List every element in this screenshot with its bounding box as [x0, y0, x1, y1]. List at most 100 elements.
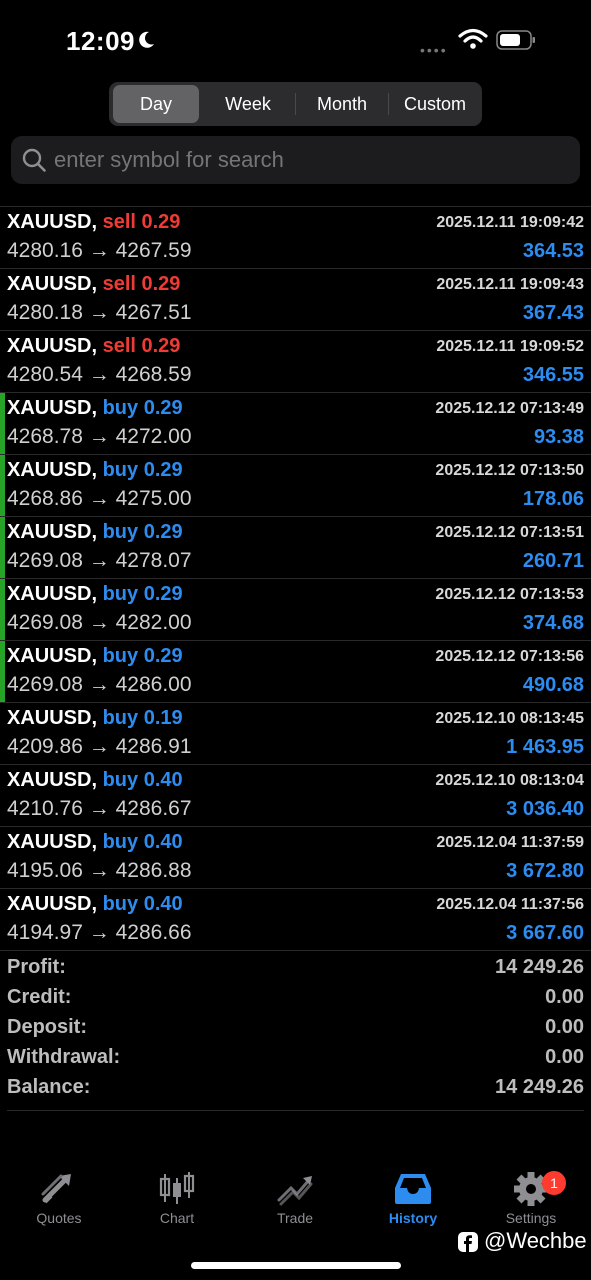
arrow-icon: → — [88, 859, 110, 882]
trade-profit: 178.06 — [522, 488, 584, 510]
arrow-icon: → — [88, 921, 110, 944]
status-time: 12:09 — [66, 26, 135, 56]
trade-row[interactable]: XAUUSD, sell 0.29 4280.16 → 4267.59 2025.1… — [0, 207, 591, 269]
trade-profit: 93.38 — [533, 426, 584, 448]
nav-chart[interactable]: Chart — [118, 1160, 236, 1226]
trade-symbol: XAUUSD, buy 0.29 — [7, 521, 183, 544]
summary-label: Credit: — [7, 986, 72, 1008]
trade-prices: 4269.08 → 4282.00 — [7, 611, 192, 635]
symbol-name: XAUUSD, — [7, 831, 98, 853]
trade-datetime: 2025.12.04 11:37:59 — [436, 834, 584, 851]
trade-datetime: 2025.12.10 08:13:45 — [435, 710, 584, 727]
open-price: 4195.06 — [7, 859, 83, 882]
trade-datetime: 2025.12.11 19:09:52 — [436, 338, 584, 355]
trade-prices: 4210.76 → 4286.67 — [7, 797, 192, 821]
trade-side: buy — [102, 645, 139, 667]
trade-volume: 0.40 — [143, 769, 183, 791]
trade-side: sell — [102, 335, 136, 357]
history-inbox-icon — [395, 1174, 431, 1204]
trade-side: buy — [102, 397, 139, 419]
nav-settings[interactable]: Settings — [472, 1160, 590, 1226]
watermark-text: @Wechbe — [484, 1228, 587, 1253]
nav-label: Settings — [505, 1210, 557, 1226]
tab-custom[interactable]: Custom — [389, 85, 481, 123]
tab-day[interactable]: Day — [113, 85, 199, 123]
trade-symbol: XAUUSD, buy 0.19 — [7, 707, 183, 730]
trade-symbol: XAUUSD, buy 0.29 — [7, 459, 183, 482]
trade-row[interactable]: XAUUSD, buy 0.40 4195.06 → 4286.88 2025.12… — [0, 827, 591, 889]
trade-row[interactable]: XAUUSD, buy 0.29 4269.08 → 4278.07 2025.12… — [0, 517, 591, 579]
trade-side: buy — [102, 707, 139, 729]
trade-datetime: 2025.12.12 07:13:49 — [435, 400, 584, 417]
trade-prices: 4268.86 → 4275.00 — [7, 487, 192, 511]
trade-volume: 0.29 — [143, 521, 183, 543]
home-indicator[interactable] — [191, 1262, 401, 1269]
trade-row[interactable]: XAUUSD, sell 0.29 4280.54 → 4268.59 2025.1… — [0, 331, 591, 393]
arrow-icon: → — [88, 735, 110, 758]
trade-side: buy — [102, 521, 139, 543]
nav-history[interactable]: History — [354, 1160, 472, 1226]
trade-profit: 374.68 — [522, 612, 584, 634]
arrow-icon: → — [88, 673, 110, 696]
trade-side: sell — [102, 211, 136, 233]
position-marker — [0, 393, 5, 454]
summary-label: Deposit: — [7, 1016, 87, 1038]
symbol-name: XAUUSD, — [7, 397, 98, 419]
summary-value: 0.00 — [545, 1016, 584, 1038]
trade-row[interactable]: XAUUSD, buy 0.40 4210.76 → 4286.67 2025.12… — [0, 765, 591, 827]
arrow-icon: → — [88, 611, 110, 634]
trade-row[interactable]: XAUUSD, buy 0.29 4268.78 → 4272.00 2025.12… — [0, 393, 591, 455]
nav-label: Chart — [159, 1210, 195, 1226]
symbol-name: XAUUSD, — [7, 645, 98, 667]
trade-prices: 4209.86 → 4286.91 — [7, 735, 192, 759]
open-price: 4269.08 — [7, 673, 83, 696]
summary-value: 0.00 — [545, 1046, 584, 1068]
trade-row[interactable]: XAUUSD, buy 0.29 4269.08 → 4282.00 2025.12… — [0, 579, 591, 641]
symbol-name: XAUUSD, — [7, 769, 98, 791]
trade-row[interactable]: XAUUSD, buy 0.40 4194.97 → 4286.66 2025.12… — [0, 889, 591, 951]
close-price: 4272.00 — [115, 425, 192, 448]
trade-volume: 0.40 — [143, 893, 183, 915]
search-input[interactable] — [54, 136, 564, 184]
symbol-name: XAUUSD, — [7, 211, 98, 233]
trade-profit: 3 667.60 — [506, 922, 584, 944]
open-price: 4210.76 — [7, 797, 83, 820]
nav-trade[interactable]: Trade — [236, 1160, 354, 1226]
close-price: 4275.00 — [115, 487, 192, 510]
tab-week[interactable]: Week — [201, 85, 295, 123]
nav-quotes[interactable]: Quotes — [0, 1160, 118, 1226]
trade-side: buy — [102, 459, 139, 481]
candlestick-chart-icon — [159, 1172, 195, 1204]
settings-badge: 1 — [542, 1171, 566, 1195]
trade-prices: 4269.08 → 4286.00 — [7, 673, 192, 697]
summary-row: Deposit: 0.00 — [0, 1016, 591, 1046]
trade-symbol: XAUUSD, sell 0.29 — [7, 273, 180, 296]
trade-volume: 0.40 — [143, 831, 183, 853]
symbol-name: XAUUSD, — [7, 273, 98, 295]
trade-side: sell — [102, 273, 136, 295]
trade-row[interactable]: XAUUSD, buy 0.19 4209.86 → 4286.91 2025.12… — [0, 703, 591, 765]
open-price: 4268.86 — [7, 487, 83, 510]
symbol-name: XAUUSD, — [7, 521, 98, 543]
open-price: 4209.86 — [7, 735, 83, 758]
trade-volume: 0.19 — [143, 707, 183, 729]
trade-row[interactable]: XAUUSD, buy 0.29 4268.86 → 4275.00 2025.12… — [0, 455, 591, 517]
tab-month[interactable]: Month — [296, 85, 388, 123]
trade-row[interactable]: XAUUSD, buy 0.29 4269.08 → 4286.00 2025.12… — [0, 641, 591, 703]
trade-symbol: XAUUSD, buy 0.40 — [7, 893, 183, 916]
trade-prices: 4268.78 → 4272.00 — [7, 425, 192, 449]
trade-row[interactable]: XAUUSD, sell 0.29 4280.18 → 4267.51 2025.1… — [0, 269, 591, 331]
symbol-name: XAUUSD, — [7, 583, 98, 605]
trade-prices: 4195.06 → 4286.88 — [7, 859, 192, 883]
summary-row: Credit: 0.00 — [0, 986, 591, 1016]
trade-symbol: XAUUSD, sell 0.29 — [7, 211, 180, 234]
trade-side: buy — [102, 831, 139, 853]
close-price: 4286.67 — [115, 797, 192, 820]
nav-label: Quotes — [36, 1210, 82, 1226]
account-summary: Profit: 14 249.26 Credit: 0.00 Deposit: 0.00 W… — [0, 956, 591, 1106]
arrow-icon: → — [88, 239, 110, 262]
symbol-name: XAUUSD, — [7, 459, 98, 481]
summary-row: Balance: 14 249.26 — [0, 1076, 591, 1106]
summary-row: Profit: 14 249.26 — [0, 956, 591, 986]
position-marker — [0, 641, 5, 702]
